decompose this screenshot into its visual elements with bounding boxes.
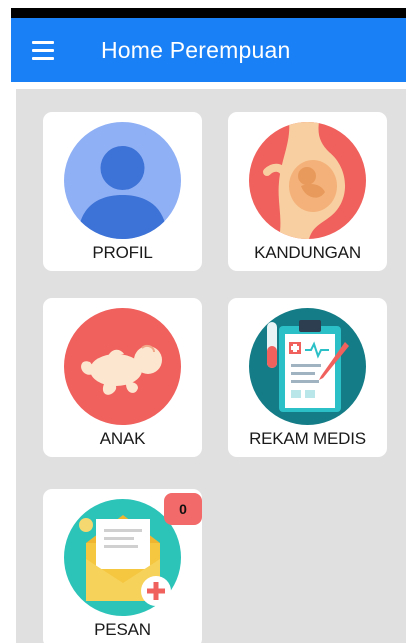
menu-grid: PROFIL KANDUNGAN ANAK REKAM MEDIS 0 PESA…: [16, 89, 406, 643]
notification-badge: 0: [164, 493, 202, 525]
menu-card-label: ANAK: [99, 429, 146, 448]
menu-card-rekam-medis[interactable]: REKAM MEDIS: [228, 298, 387, 457]
menu-card-anak[interactable]: ANAK: [43, 298, 202, 457]
menu-card-label: KANDUNGAN: [254, 243, 361, 262]
status-bar: [11, 8, 406, 18]
hamburger-menu-button[interactable]: [11, 18, 75, 82]
menu-card-label: PESAN: [94, 620, 151, 639]
menu-card-kandungan[interactable]: KANDUNGAN: [228, 112, 387, 271]
baby-icon: [64, 308, 181, 425]
medical-record-icon: [249, 308, 366, 425]
pregnancy-icon: [249, 122, 366, 239]
user-icon: [64, 122, 181, 239]
menu-card-label: REKAM MEDIS: [249, 429, 366, 448]
hamburger-icon: [32, 38, 54, 62]
app-bar: Home Perempuan: [11, 18, 406, 82]
menu-card-pesan[interactable]: 0 PESAN: [43, 489, 202, 643]
page-title: Home Perempuan: [101, 36, 291, 63]
menu-card-profil[interactable]: PROFIL: [43, 112, 202, 271]
menu-card-label: PROFIL: [92, 243, 153, 262]
